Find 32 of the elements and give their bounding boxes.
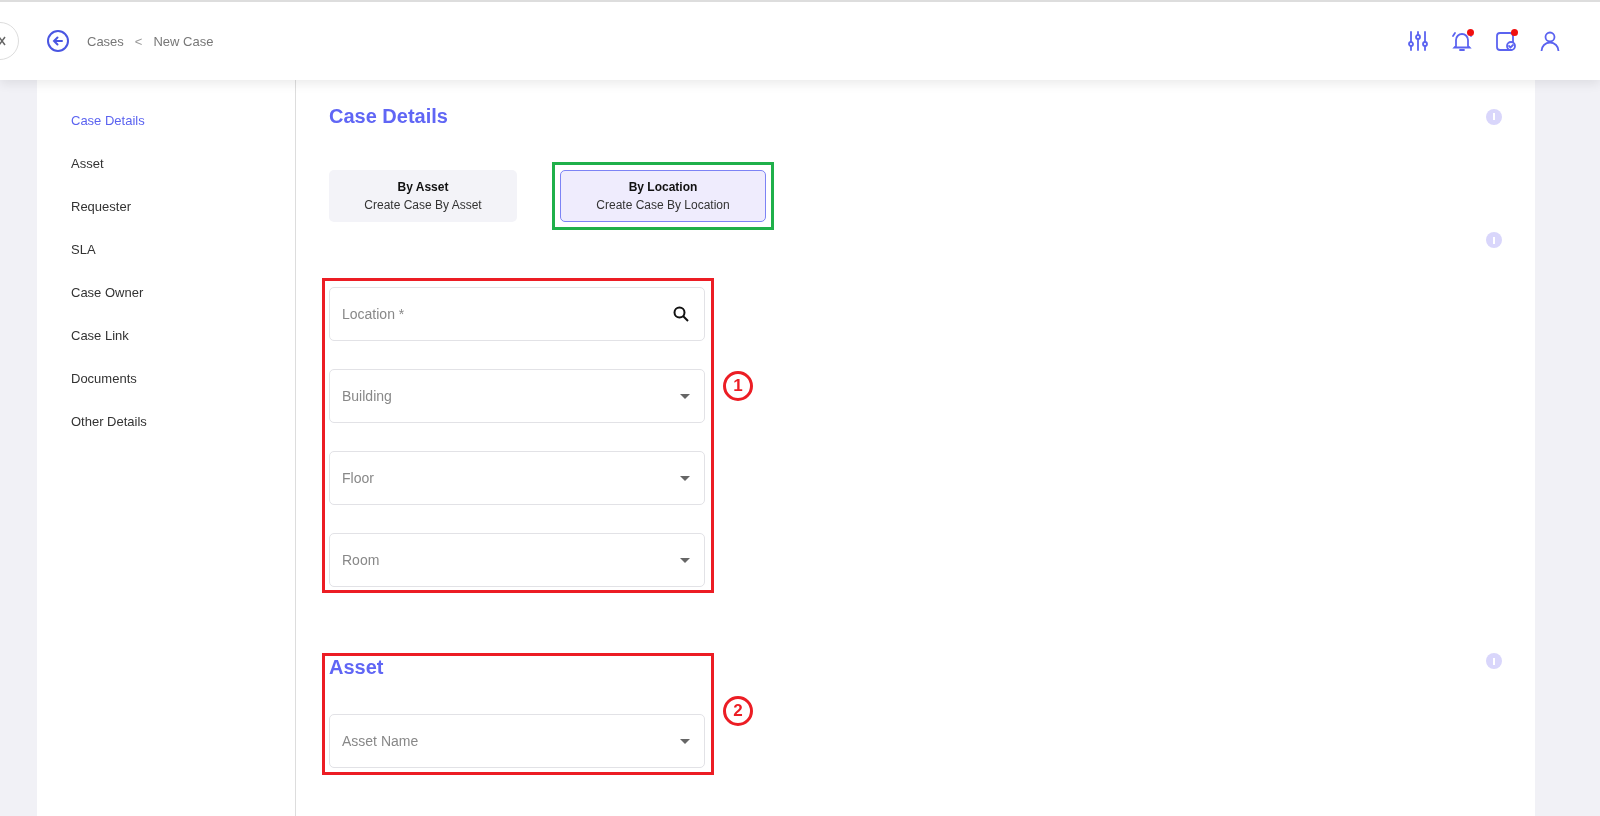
close-icon bbox=[0, 36, 6, 46]
sidebar-item[interactable]: Case Details bbox=[37, 113, 145, 128]
dropdown-caret-icon bbox=[680, 557, 690, 563]
input-field[interactable]: Asset Name bbox=[329, 714, 705, 768]
mode-tab[interactable]: By Location Create Case By Location bbox=[560, 170, 766, 222]
breadcrumb-current: New Case bbox=[153, 33, 214, 49]
input-field[interactable]: Floor bbox=[329, 451, 705, 505]
input-field[interactable]: Location * bbox=[329, 287, 705, 341]
sidebar-item[interactable]: Other Details bbox=[37, 414, 147, 429]
dropdown-caret-icon bbox=[680, 738, 690, 744]
annotation-number: 1 bbox=[723, 371, 753, 401]
sidebar-item[interactable]: Asset bbox=[37, 156, 104, 171]
sidebar-item[interactable]: Case Owner bbox=[37, 285, 144, 300]
section-title: Case Details bbox=[329, 105, 448, 128]
sidebar-item[interactable]: Case Link bbox=[37, 328, 129, 343]
sidebar-item[interactable]: Documents bbox=[37, 371, 137, 386]
search-icon bbox=[672, 305, 690, 323]
dropdown-caret-icon bbox=[680, 393, 690, 399]
sliders-icon[interactable] bbox=[1406, 29, 1430, 53]
breadcrumb-link[interactable]: Cases bbox=[87, 33, 124, 49]
bell-icon[interactable] bbox=[1450, 29, 1474, 53]
dropdown-caret-icon bbox=[680, 475, 690, 481]
sidebar-item[interactable]: Requester bbox=[37, 199, 131, 214]
mode-tab[interactable]: By Asset Create Case By Asset bbox=[329, 170, 517, 222]
sidebar-item[interactable]: SLA bbox=[37, 242, 96, 257]
annotation-number: 2 bbox=[723, 696, 753, 726]
user-icon[interactable] bbox=[1538, 29, 1562, 53]
input-field[interactable]: Room bbox=[329, 533, 705, 587]
section-title: Asset bbox=[329, 656, 385, 678]
input-field[interactable]: Building bbox=[329, 369, 705, 423]
calendar-check-icon[interactable] bbox=[1494, 29, 1518, 53]
breadcrumb-separator: < bbox=[134, 33, 143, 49]
